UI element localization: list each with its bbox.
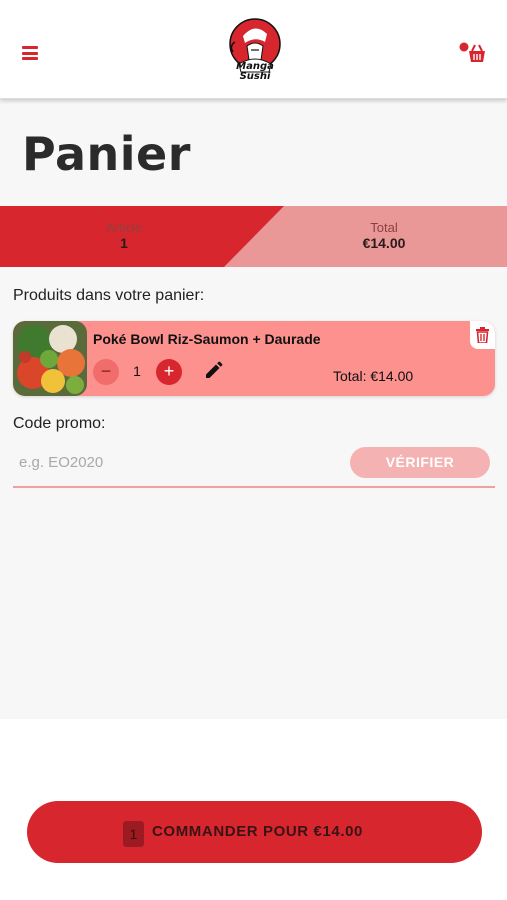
article-label: Article xyxy=(105,220,143,235)
page-title: Panier xyxy=(22,127,191,181)
cart-page: Panier Article 1 Total €14.00 Produits d… xyxy=(0,99,507,719)
product-name[interactable]: Poké Bowl Riz-Saumon + Daurade xyxy=(93,331,321,347)
cart-item: Poké Bowl Riz-Saumon + Daurade − 1 + Tot… xyxy=(13,321,495,396)
article-count: 1 xyxy=(120,235,128,251)
product-thumbnail[interactable] xyxy=(13,321,87,396)
trash-icon xyxy=(476,327,489,343)
order-button-label: COMMANDER POUR €14.00 xyxy=(152,823,363,840)
shopping-basket-icon[interactable] xyxy=(458,41,486,65)
cart-summary-banner: Article 1 Total €14.00 xyxy=(0,206,507,267)
quantity-decrease-button[interactable]: − xyxy=(93,359,119,385)
promo-code-input[interactable] xyxy=(13,447,343,477)
app-header: Manga Sushi xyxy=(0,0,507,99)
pencil-icon[interactable] xyxy=(203,361,223,381)
summary-total: Total €14.00 xyxy=(334,220,434,252)
total-label: Total xyxy=(370,220,398,235)
quantity-increase-button[interactable]: + xyxy=(156,359,182,385)
promo-code-label: Code promo: xyxy=(13,415,106,432)
checkout-footer: 1 COMMANDER POUR €14.00 xyxy=(0,719,507,900)
hamburger-menu-icon[interactable] xyxy=(22,46,38,60)
logo-text: Manga Sushi xyxy=(227,62,283,82)
total-value: €14.00 xyxy=(362,235,406,251)
promo-underline xyxy=(13,486,495,488)
order-button[interactable]: 1 COMMANDER POUR €14.00 xyxy=(27,801,482,863)
verify-promo-button[interactable]: VÉRIFIER xyxy=(350,447,490,478)
logo-text-line2: Sushi xyxy=(239,71,271,82)
quantity-value: 1 xyxy=(133,363,141,379)
order-item-count-badge: 1 xyxy=(123,821,144,847)
delete-item-button[interactable] xyxy=(470,321,495,349)
item-total: Total: €14.00 xyxy=(333,368,414,384)
products-section-label: Produits dans votre panier: xyxy=(13,287,205,304)
summary-article: Article 1 xyxy=(74,220,174,252)
